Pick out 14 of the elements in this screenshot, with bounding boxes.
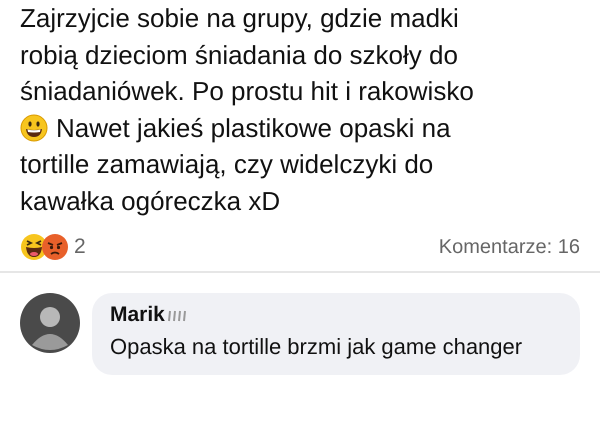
post-text-line: Zajrzyjcie sobie na grupy, gdzie madki (20, 2, 459, 35)
post-text-line: śniadaniówek. Po prostu hit i rakowisko (20, 75, 474, 108)
post-text-line: kawałka ogóreczka xD (20, 184, 280, 218)
avatar[interactable] (20, 293, 80, 353)
scribble-icon (166, 308, 187, 322)
grinning-face-icon (20, 114, 48, 142)
comments-count[interactable]: Komentarze: 16 (438, 236, 580, 258)
post-text-line: Nawet jakieś plastikowe opaski na (56, 112, 451, 144)
post-text-line: tortille zamawiają, czy widelczyki do (20, 148, 434, 181)
comment-text: Opaska na tortille brzmi jak game changer (110, 333, 524, 361)
angry-face-icon (42, 234, 68, 260)
reaction-count[interactable]: 2 (74, 235, 86, 259)
post-text-line: robią dzieciom śniadania do szkoły do (20, 38, 458, 72)
comment-author[interactable]: Marik (110, 303, 165, 327)
